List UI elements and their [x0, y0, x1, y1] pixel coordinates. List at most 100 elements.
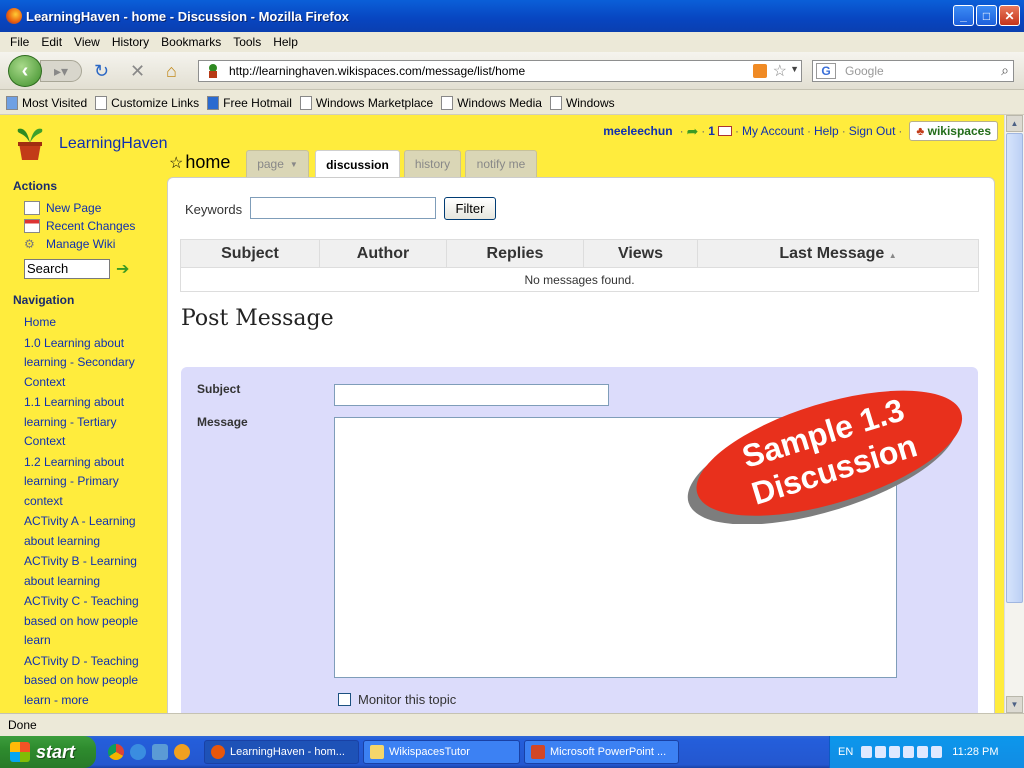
- filter-button[interactable]: Filter: [444, 197, 496, 220]
- menu-help[interactable]: Help: [267, 35, 304, 49]
- wiki-name-link[interactable]: LearningHaven: [59, 135, 168, 153]
- security-icon[interactable]: [889, 746, 901, 758]
- bookmark-customize-links[interactable]: Customize Links: [95, 95, 199, 110]
- most-visited-icon: [6, 95, 18, 110]
- nav-link-1-2[interactable]: 1.2 Learning about learning - Primary co…: [19, 453, 159, 512]
- navigation-list: Home 1.0 Learning about learning - Secon…: [19, 313, 159, 710]
- bookmark-windows-media[interactable]: Windows Media: [441, 95, 542, 110]
- column-subject[interactable]: Subject: [180, 239, 320, 268]
- share-arrow-icon[interactable]: ➦: [687, 123, 699, 140]
- help-link[interactable]: Help: [814, 124, 839, 138]
- menu-file[interactable]: File: [4, 35, 35, 49]
- language-indicator[interactable]: EN: [838, 746, 853, 758]
- quick-launch: [108, 744, 190, 760]
- scroll-down-icon[interactable]: ▼: [1006, 696, 1023, 713]
- message-count[interactable]: 1: [708, 124, 715, 138]
- tab-discussion[interactable]: discussion: [315, 150, 400, 178]
- home-icon[interactable]: ⌂: [166, 61, 177, 81]
- nav-link-home[interactable]: Home: [19, 313, 159, 333]
- vertical-scrollbar[interactable]: ▲ ▼: [1004, 115, 1024, 713]
- volume-icon[interactable]: [903, 746, 915, 758]
- sidebar-search-input[interactable]: Search: [24, 259, 110, 279]
- monitor-topic-option[interactable]: Monitor this topic: [338, 692, 456, 707]
- bookmarks-toolbar: Most Visited Customize Links Free Hotmai…: [0, 91, 1024, 115]
- system-tray: EN 11:28 PM: [829, 736, 1024, 768]
- minimize-button[interactable]: _: [953, 5, 974, 26]
- google-engine-icon[interactable]: G: [816, 63, 836, 79]
- nav-link-activity-c[interactable]: ACTivity C - Teaching based on how peopl…: [19, 592, 159, 651]
- column-last-message[interactable]: Last Message ▲: [697, 239, 979, 268]
- bookmark-most-visited[interactable]: Most Visited: [6, 95, 87, 110]
- start-button[interactable]: start: [0, 736, 96, 768]
- tab-history[interactable]: history: [404, 150, 461, 177]
- monitor-topic-checkbox[interactable]: [338, 693, 351, 706]
- manage-wiki-link[interactable]: ⚙ Manage Wiki: [24, 235, 165, 253]
- mail-icon[interactable]: [717, 126, 732, 136]
- menu-tools[interactable]: Tools: [227, 35, 267, 49]
- column-replies[interactable]: Replies: [446, 239, 584, 268]
- nav-link-activity-d[interactable]: ACTivity D - Teaching based on how peopl…: [19, 652, 159, 711]
- scroll-up-icon[interactable]: ▲: [1006, 115, 1023, 132]
- stop-icon[interactable]: ✕: [130, 61, 145, 81]
- maximize-button[interactable]: □: [976, 5, 997, 26]
- nav-link-1-1[interactable]: 1.1 Learning about learning - Tertiary C…: [19, 393, 159, 452]
- task-wikispacestutor[interactable]: WikispacesTutor: [363, 740, 520, 764]
- url-bar[interactable]: http://learninghaven.wikispaces.com/mess…: [198, 60, 802, 82]
- content-header: ☆ home page ▼ discussion history notify me: [167, 145, 997, 178]
- menu-edit[interactable]: Edit: [35, 35, 68, 49]
- back-button[interactable]: ‹: [8, 55, 42, 87]
- page-title-text: home: [185, 152, 231, 172]
- tab-page[interactable]: page ▼: [246, 150, 309, 177]
- tab-notify-me[interactable]: notify me: [465, 150, 537, 177]
- forward-button[interactable]: ▸▾: [40, 60, 82, 82]
- action-label: Recent Changes: [46, 219, 136, 233]
- bookmark-label: Free Hotmail: [223, 95, 292, 110]
- internet-explorer-icon[interactable]: [130, 744, 146, 760]
- wikispaces-button[interactable]: ♣ wikispaces: [909, 121, 998, 141]
- battery-icon[interactable]: [917, 746, 929, 758]
- tray-arrow-icon[interactable]: [861, 746, 873, 758]
- monitor-topic-label: Monitor this topic: [358, 692, 457, 707]
- bookmark-windows[interactable]: Windows: [549, 95, 615, 110]
- scrollbar-thumb[interactable]: [1006, 133, 1023, 603]
- chrome-icon[interactable]: [108, 744, 124, 760]
- clock[interactable]: 11:28 PM: [952, 746, 998, 758]
- sign-out-link[interactable]: Sign Out: [849, 124, 896, 138]
- menu-view[interactable]: View: [68, 35, 106, 49]
- keywords-label: Keywords: [185, 202, 243, 217]
- search-icon[interactable]: ⌕: [1001, 62, 1009, 79]
- bookmark-free-hotmail[interactable]: Free Hotmail: [207, 95, 292, 110]
- menu-history[interactable]: History: [106, 35, 155, 49]
- keywords-input[interactable]: [250, 197, 436, 219]
- menu-bookmarks[interactable]: Bookmarks: [155, 35, 227, 49]
- search-go-arrow-icon[interactable]: ➔: [116, 259, 129, 279]
- new-page-link[interactable]: New Page: [24, 199, 165, 217]
- search-bar[interactable]: G Google ⌕: [812, 60, 1014, 82]
- sidebar: Actions New Page Recent Changes ⚙ Manage …: [0, 175, 165, 713]
- username-link[interactable]: meeleechun: [603, 124, 672, 138]
- nav-link-1-0[interactable]: 1.0 Learning about learning - Secondary …: [19, 334, 159, 393]
- column-author[interactable]: Author: [319, 239, 447, 268]
- status-text: Done: [8, 717, 37, 732]
- desktop-icon[interactable]: [152, 744, 168, 760]
- nav-link-activity-b[interactable]: ACTivity B - Learning about learning: [19, 552, 159, 591]
- favorite-star-icon[interactable]: ☆: [169, 155, 183, 172]
- url-dropdown-icon[interactable]: ▼: [790, 64, 799, 74]
- task-powerpoint[interactable]: Microsoft PowerPoint ...: [524, 740, 679, 764]
- bookmark-star-icon[interactable]: ☆: [773, 61, 787, 81]
- media-player-icon[interactable]: [174, 744, 190, 760]
- bookmark-windows-marketplace[interactable]: Windows Marketplace: [299, 95, 433, 110]
- subject-input[interactable]: [334, 384, 609, 406]
- display-icon[interactable]: [931, 746, 943, 758]
- column-views[interactable]: Views: [583, 239, 698, 268]
- recent-changes-link[interactable]: Recent Changes: [24, 217, 165, 235]
- my-account-link[interactable]: My Account: [742, 124, 804, 138]
- rss-icon[interactable]: [753, 64, 767, 78]
- firefox-icon: [6, 8, 22, 24]
- close-window-button[interactable]: ✕: [999, 5, 1020, 26]
- nav-link-activity-a[interactable]: ACTivity A - Learning about learning: [19, 512, 159, 551]
- network-icon[interactable]: [875, 746, 887, 758]
- wiki-logo-icon[interactable]: [14, 125, 46, 161]
- reload-icon[interactable]: ↻: [94, 61, 109, 81]
- task-firefox[interactable]: LearningHaven - hom...: [204, 740, 359, 764]
